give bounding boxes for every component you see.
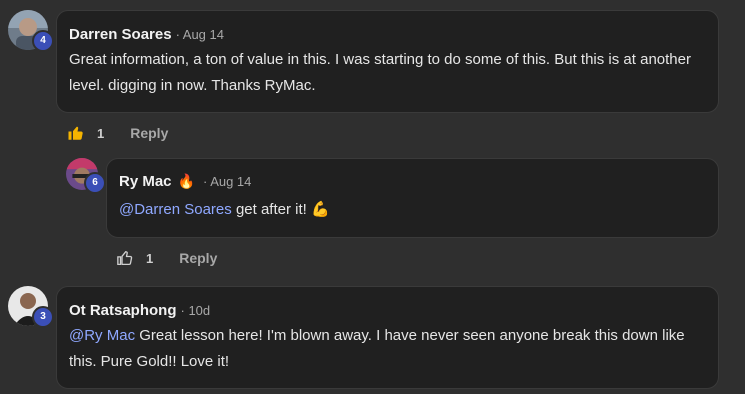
like-count: 1 <box>97 125 105 141</box>
level-badge: 6 <box>84 172 106 194</box>
level-badge: 3 <box>32 306 54 328</box>
avatar-ry-mac[interactable]: 6 <box>66 158 106 194</box>
reply-text-body: get after it! <box>231 201 311 218</box>
thumbs-up-outline-icon[interactable] <box>116 249 134 267</box>
comment-meta: Ot Ratsaphong · 10d <box>69 302 210 320</box>
reply-button[interactable]: Reply <box>179 250 217 266</box>
comment-date[interactable]: · Aug 14 <box>203 174 251 189</box>
thumbs-up-filled-icon[interactable] <box>67 124 85 142</box>
author-name[interactable]: Ot Ratsaphong <box>69 302 177 319</box>
avatar-darren-soares[interactable]: 4 <box>8 10 54 52</box>
comment-text: Great information, a ton of value in thi… <box>69 51 691 94</box>
author-name[interactable]: Ry Mac <box>119 173 172 190</box>
reply-button[interactable]: Reply <box>130 125 168 141</box>
comment-bubble: Ot Ratsaphong · 10d @Ry Mac Great lesson … <box>56 286 719 389</box>
reply-actions: 1 Reply <box>116 249 217 267</box>
comment-date[interactable]: · Aug 14 <box>176 27 224 42</box>
reply-meta: Ry Mac 🔥 · Aug 14 <box>119 173 251 191</box>
avatar-ot-ratsaphong[interactable]: 3 <box>8 286 54 328</box>
comment-text: @Ry Mac Great lesson here! I'm blown awa… <box>69 323 699 375</box>
author-name[interactable]: Darren Soares <box>69 26 172 43</box>
comment-date[interactable]: · 10d <box>181 303 211 318</box>
reply-text: @Darren Soares get after it! 💪 <box>119 197 699 223</box>
like-count: 1 <box>146 250 154 266</box>
comment-bubble: Darren Soares · Aug 14 Great information,… <box>56 10 719 113</box>
comment-meta: Darren Soares · Aug 14 <box>69 26 224 44</box>
mention-link[interactable]: @Darren Soares <box>119 201 232 218</box>
mention-link[interactable]: @Ry Mac <box>69 327 135 344</box>
reply-bubble: Ry Mac 🔥 · Aug 14 @Darren Soares get after… <box>106 158 719 238</box>
level-badge: 4 <box>32 30 54 52</box>
flexed-biceps-icon: 💪 <box>311 201 330 218</box>
comment-text-body: Great lesson here! I'm blown away. I hav… <box>69 327 685 370</box>
comment-actions: 1 Reply <box>67 124 168 142</box>
fire-icon: 🔥 <box>177 173 195 189</box>
